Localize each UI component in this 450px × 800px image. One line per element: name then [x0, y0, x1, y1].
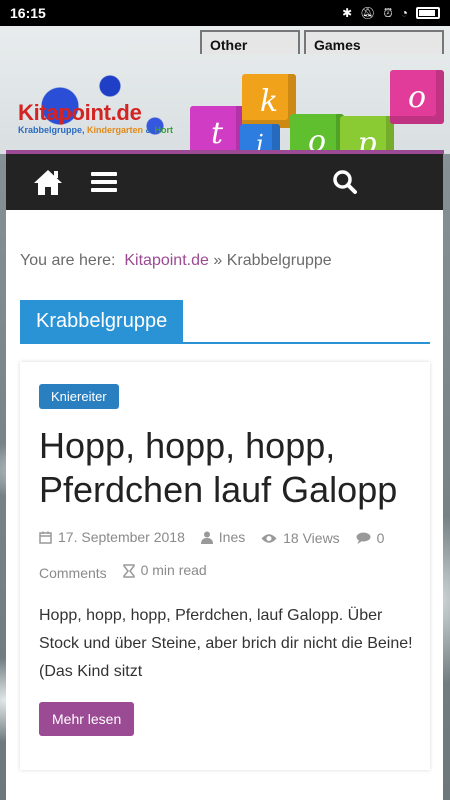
breadcrumb-separator: »	[213, 252, 223, 269]
page-title: Krabbelgruppe	[20, 300, 184, 342]
status-bar: 16:15 ✱ 🔕︎ ⏰︎ ◔	[0, 0, 450, 26]
mute-icon: 🔕︎	[360, 6, 376, 20]
home-button[interactable]	[20, 154, 76, 210]
calendar-icon	[39, 531, 52, 544]
tab-other[interactable]: Other	[200, 30, 300, 54]
site-logo-subtitle: Krabbelgruppe, Kindergarten & Hort	[18, 125, 173, 135]
content-area: You are here: Kitapoint.de » Krabbelgrup…	[6, 210, 443, 800]
post-comments-label-wrap[interactable]: Comments	[39, 558, 107, 589]
post-comments[interactable]: 0	[356, 523, 385, 554]
post-read-time: 0 min read	[122, 555, 207, 586]
post-meta: 17. September 2018 Ines 18 Views 0 Comme…	[39, 522, 419, 589]
post-date-text: 17. September 2018	[58, 529, 185, 545]
logo-sub-part: Krabbelgruppe,	[18, 125, 88, 135]
post-author-text: Ines	[218, 529, 246, 545]
site-logo-title[interactable]: Kitapoint.de	[18, 100, 142, 126]
logo-sub-part: Kindergarten	[87, 125, 144, 135]
hamburger-icon	[91, 172, 117, 192]
post-title[interactable]: Hopp, hopp, hopp, Pferdchen lauf Galopp	[39, 424, 419, 512]
post-card: Kniereiter Hopp, hopp, hopp, Pferdchen l…	[20, 362, 430, 770]
tab-games[interactable]: Games	[304, 30, 444, 54]
site-header-banner: Other Games Kitapoint.de Krabbelgruppe, …	[0, 26, 450, 170]
header-tabs: Other Games	[200, 30, 444, 54]
logo-cube: o	[390, 70, 444, 124]
post-read-time-text: 0 min read	[140, 562, 207, 578]
menu-button[interactable]	[76, 154, 132, 210]
category-badge[interactable]: Kniereiter	[39, 384, 119, 409]
eye-icon	[261, 534, 277, 543]
comment-icon	[356, 532, 371, 544]
logo-cube: k	[242, 74, 296, 128]
user-icon	[200, 531, 213, 544]
section-header: Krabbelgruppe	[20, 300, 430, 344]
main-nav	[6, 154, 443, 210]
wifi-icon: ◔	[400, 6, 408, 20]
breadcrumb: You are here: Kitapoint.de » Krabbelgrup…	[20, 252, 332, 270]
battery-icon	[416, 7, 440, 19]
status-time: 16:15	[10, 5, 46, 21]
search-button[interactable]	[317, 154, 373, 210]
status-icons: ✱ 🔕︎ ⏰︎ ◔	[342, 6, 440, 21]
breadcrumb-prefix: You are here:	[20, 252, 116, 269]
search-icon	[333, 170, 357, 194]
post-author[interactable]: Ines	[200, 522, 246, 553]
home-icon	[34, 170, 62, 195]
hourglass-icon	[122, 563, 135, 578]
logo-cubes: t k o i p o	[180, 54, 450, 170]
logo-sub-part: &	[143, 125, 155, 135]
logo-sub-part: Hort	[154, 125, 174, 135]
post-views: 18 Views	[261, 523, 340, 554]
post-comments-count: 0	[376, 529, 385, 546]
bluetooth-icon: ✱	[342, 6, 353, 20]
post-comments-label: Comments	[39, 564, 107, 581]
breadcrumb-home-link[interactable]: Kitapoint.de	[124, 252, 209, 269]
post-excerpt: Hopp, hopp, hopp, Pferdchen, lauf Galopp…	[39, 607, 413, 680]
post-views-text: 18 Views	[283, 530, 340, 546]
breadcrumb-current: Krabbelgruppe	[226, 252, 332, 269]
post-date[interactable]: 17. September 2018	[39, 522, 185, 553]
read-more-button[interactable]: Mehr lesen	[39, 702, 135, 736]
alarm-icon: ⏰︎	[383, 5, 393, 20]
